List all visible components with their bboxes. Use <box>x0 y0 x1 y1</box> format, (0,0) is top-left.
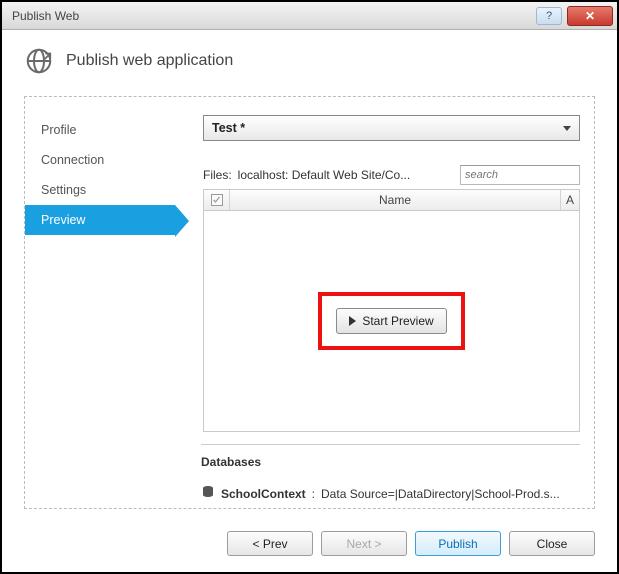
prev-button[interactable]: < Prev <box>227 531 313 556</box>
main-panel: Test * Files: localhost: Default Web Sit… <box>175 97 594 432</box>
dialog-header: Publish web application <box>2 30 617 86</box>
wizard-nav: Profile Connection Settings Preview <box>25 97 175 432</box>
next-button: Next > <box>321 531 407 556</box>
profile-dropdown[interactable]: Test * <box>203 115 580 141</box>
database-context: SchoolContext <box>221 487 306 501</box>
database-icon <box>201 485 215 502</box>
nav-item-connection[interactable]: Connection <box>25 145 175 175</box>
window-title: Publish Web <box>2 9 535 23</box>
publish-button[interactable]: Publish <box>415 531 501 556</box>
start-preview-button[interactable]: Start Preview <box>336 308 446 334</box>
profile-selected-label: Test * <box>212 121 245 135</box>
content-frame: Profile Connection Settings Preview Test… <box>24 96 595 509</box>
title-bar: Publish Web ? ✕ <box>2 2 617 30</box>
files-path: localhost: Default Web Site/Co... <box>238 168 411 182</box>
play-icon <box>349 316 356 326</box>
window-close-button[interactable]: ✕ <box>567 6 613 26</box>
dialog-title: Publish web application <box>66 52 233 70</box>
grid-body: Start Preview <box>203 211 580 432</box>
help-button[interactable]: ? <box>536 7 562 25</box>
grid-col-a[interactable]: A <box>561 193 579 207</box>
start-preview-label: Start Preview <box>362 314 433 328</box>
databases-section: Databases SchoolContext: Data Source=|Da… <box>201 444 580 502</box>
chevron-down-icon <box>563 126 571 131</box>
grid-check-all[interactable] <box>204 190 230 210</box>
nav-item-preview[interactable]: Preview <box>25 205 175 235</box>
nav-item-settings[interactable]: Settings <box>25 175 175 205</box>
grid-col-name[interactable]: Name <box>230 190 561 210</box>
annotation-highlight: Start Preview <box>318 292 464 350</box>
files-label: Files: <box>203 168 232 182</box>
nav-item-profile[interactable]: Profile <box>25 115 175 145</box>
search-input[interactable] <box>460 165 580 185</box>
publish-icon <box>24 46 54 76</box>
close-button[interactable]: Close <box>509 531 595 556</box>
database-connection: Data Source=|DataDirectory|School-Prod.s… <box>321 487 560 501</box>
dialog-footer: < Prev Next > Publish Close <box>2 519 617 572</box>
grid-header: Name A <box>203 189 580 211</box>
database-item: SchoolContext: Data Source=|DataDirector… <box>201 485 580 502</box>
databases-heading: Databases <box>201 455 580 469</box>
